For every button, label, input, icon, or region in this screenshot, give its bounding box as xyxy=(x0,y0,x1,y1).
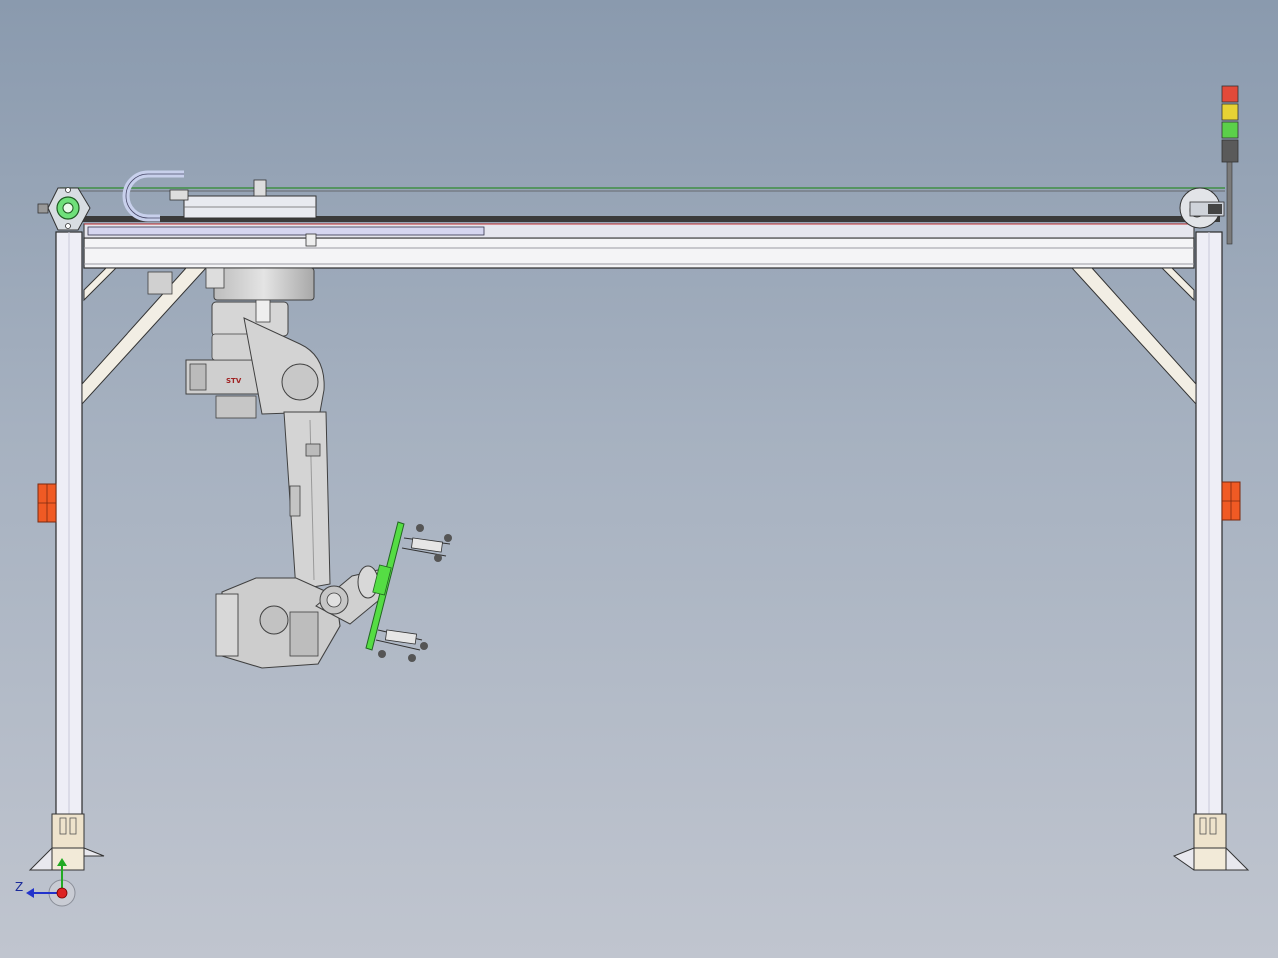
stack-light-tower xyxy=(1221,85,1239,245)
right-brace xyxy=(1070,267,1197,406)
right-leg xyxy=(1172,231,1250,871)
end-effector[interactable] xyxy=(365,521,452,662)
left-side-marker xyxy=(37,483,57,523)
gantry-robot-model: STV xyxy=(26,85,1250,907)
robot-badge: STV xyxy=(226,377,242,385)
z-axis-label: Z xyxy=(15,880,24,894)
cad-viewport[interactable]: STV Z xyxy=(0,0,1278,958)
robot-arm[interactable] xyxy=(147,267,385,669)
lower-suction-cups xyxy=(375,629,428,662)
cable-carrier xyxy=(122,170,317,222)
stack-light-green xyxy=(1221,121,1239,139)
stack-light-base xyxy=(1221,139,1239,163)
stack-light-red xyxy=(1221,85,1239,103)
left-pulley xyxy=(37,187,91,231)
left-leg xyxy=(28,231,105,871)
right-side-marker xyxy=(1221,481,1241,521)
upper-suction-cups xyxy=(401,524,452,562)
stack-light-yellow xyxy=(1221,103,1239,121)
